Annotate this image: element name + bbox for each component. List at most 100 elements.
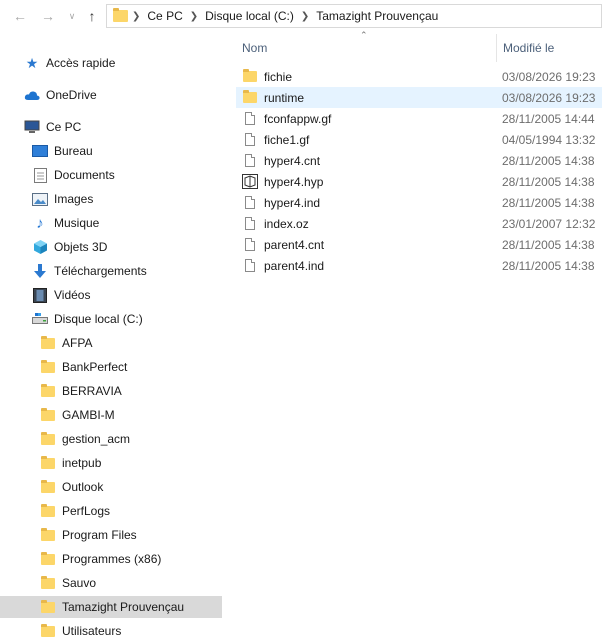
sidebar-item-images[interactable]: Images — [32, 188, 93, 210]
folder-icon — [41, 407, 55, 421]
file-row-fiche1[interactable]: fiche1.gf 04/05/1994 13:32 — [236, 129, 602, 150]
address-input[interactable]: ❯ Ce PC ❯ Disque local (C:) ❯ Tamazight … — [106, 4, 602, 28]
star-icon: ★ — [25, 54, 39, 71]
sidebar-item-label: Vidéos — [54, 288, 91, 302]
folder-icon — [41, 551, 55, 565]
sidebar-item-gestion-acm[interactable]: gestion_acm — [40, 428, 130, 450]
sidebar-item-onedrive[interactable]: OneDrive — [24, 84, 97, 106]
breadcrumb-separator[interactable]: ❯ — [128, 11, 144, 22]
sidebar-item-bureau[interactable]: Bureau — [32, 140, 93, 162]
breadcrumb-current-folder[interactable]: Tamazight Prouvençau — [313, 9, 441, 23]
folder-icon — [113, 8, 128, 22]
cloud-icon — [24, 87, 40, 103]
hard-drive-icon — [32, 311, 48, 327]
file-row-index-oz[interactable]: index.oz 23/01/2007 12:32 — [236, 213, 602, 234]
sidebar-item-quick-access[interactable]: ★ Accès rapide — [24, 52, 116, 74]
folder-icon — [41, 383, 55, 397]
file-date: 28/11/2005 14:38 — [502, 237, 595, 252]
sidebar-item-label: BERRAVIA — [62, 384, 122, 398]
recent-locations-button[interactable]: ∨ — [62, 6, 82, 26]
sidebar-item-telechargements[interactable]: Téléchargements — [32, 260, 147, 282]
sidebar-item-videos[interactable]: Vidéos — [32, 284, 90, 306]
sidebar-item-label: gestion_acm — [62, 432, 131, 446]
sidebar-item-label: Bureau — [54, 144, 93, 158]
sidebar-item-label: PerfLogs — [62, 504, 111, 518]
file-name: parent4.cnt — [264, 237, 325, 252]
arrow-left-icon: ← — [13, 8, 27, 24]
file-row-parent4-cnt[interactable]: parent4.cnt 28/11/2005 14:38 — [236, 234, 602, 255]
breadcrumb-disque-local[interactable]: Disque local (C:) — [202, 9, 297, 23]
sidebar-item-musique[interactable]: ♪ Musique — [32, 212, 99, 234]
file-row-runtime[interactable]: runtime 03/08/2026 19:23 — [236, 87, 602, 108]
up-button[interactable]: ↑ — [82, 6, 102, 26]
file-name: fconfappw.gf — [264, 111, 332, 126]
download-arrow-icon — [32, 263, 48, 279]
breadcrumb-ce-pc[interactable]: Ce PC — [144, 9, 185, 23]
back-button[interactable]: ← — [10, 6, 30, 26]
sidebar-item-afpa[interactable]: AFPA — [40, 332, 92, 354]
sidebar-item-perflogs[interactable]: PerfLogs — [40, 500, 110, 522]
sidebar-item-objets-3d[interactable]: Objets 3D — [32, 236, 107, 258]
sidebar-item-this-pc[interactable]: Ce PC — [24, 116, 81, 138]
file-name: hyper4.cnt — [264, 153, 321, 168]
help-book-icon — [242, 174, 258, 189]
column-header-modified[interactable]: Modifié le — [503, 34, 602, 62]
column-header-label: Modifié le — [503, 41, 555, 55]
sidebar-item-label: Accès rapide — [46, 56, 116, 70]
sidebar-item-label: Utilisateurs — [62, 624, 122, 638]
arrow-up-icon: ↑ — [88, 8, 96, 24]
file-date: 03/08/2026 19:23 — [502, 69, 596, 84]
file-name: parent4.ind — [264, 258, 325, 273]
sidebar-item-berravia[interactable]: BERRAVIA — [40, 380, 122, 402]
sidebar-item-label: Tamazight Prouvençau — [62, 600, 185, 614]
folder-icon — [41, 335, 55, 349]
file-name: index.oz — [264, 216, 309, 231]
file-row-fichie[interactable]: fichie 03/08/2026 19:23 — [236, 66, 602, 87]
film-icon — [32, 287, 48, 303]
sidebar-item-program-files[interactable]: Program Files — [40, 524, 137, 546]
sidebar-item-label: Ce PC — [46, 120, 82, 134]
file-row-hyper4-hyp[interactable]: hyper4.hyp 28/11/2005 14:38 — [236, 171, 602, 192]
file-name: fiche1.gf — [264, 132, 310, 147]
folder-icon — [41, 431, 55, 445]
sidebar-item-label: Sauvo — [62, 576, 97, 590]
sidebar-item-label: AFPA — [62, 336, 93, 350]
folder-icon — [243, 90, 257, 103]
sidebar-item-disque-local[interactable]: Disque local (C:) — [32, 308, 143, 330]
file-icon — [245, 133, 255, 146]
file-name: runtime — [264, 90, 305, 105]
sidebar-item-label: Musique — [54, 216, 100, 230]
folder-icon — [41, 575, 55, 589]
folder-icon — [41, 527, 55, 541]
sidebar-item-tamazight-prouvencau[interactable]: Tamazight Prouvençau — [0, 596, 222, 618]
file-row-hyper4-cnt[interactable]: hyper4.cnt 28/11/2005 14:38 — [236, 150, 602, 171]
arrow-right-icon: → — [41, 8, 55, 24]
file-icon — [245, 217, 255, 230]
sidebar-item-programmes-x86[interactable]: Programmes (x86) — [40, 548, 161, 570]
sidebar-item-utilisateurs[interactable]: Utilisateurs — [40, 620, 121, 642]
file-name: hyper4.hyp — [264, 174, 324, 189]
picture-icon — [32, 191, 48, 207]
sidebar-item-label: GAMBI-M — [62, 408, 115, 422]
sidebar-item-documents[interactable]: Documents — [32, 164, 115, 186]
sidebar-item-label: inetpub — [62, 456, 102, 470]
breadcrumb-separator[interactable]: ❯ — [186, 11, 202, 22]
sidebar-item-label: Outlook — [62, 480, 104, 494]
file-row-hyper4-ind[interactable]: hyper4.ind 28/11/2005 14:38 — [236, 192, 602, 213]
forward-button[interactable]: → — [38, 6, 58, 26]
sidebar-item-bankperfect[interactable]: BankPerfect — [40, 356, 127, 378]
column-header-name[interactable]: Nom — [242, 34, 492, 62]
sidebar-item-outlook[interactable]: Outlook — [40, 476, 103, 498]
folder-icon — [41, 455, 55, 469]
column-divider[interactable] — [496, 34, 497, 62]
document-icon — [32, 167, 48, 183]
sidebar-item-label: Disque local (C:) — [54, 312, 143, 326]
breadcrumb-separator[interactable]: ❯ — [297, 11, 313, 22]
sidebar-item-inetpub[interactable]: inetpub — [40, 452, 101, 474]
folder-icon — [243, 69, 257, 82]
sidebar-item-gambi-m[interactable]: GAMBI-M — [40, 404, 115, 426]
file-row-fconfappw[interactable]: fconfappw.gf 28/11/2005 14:44 — [236, 108, 602, 129]
file-name: hyper4.ind — [264, 195, 321, 210]
file-row-parent4-ind[interactable]: parent4.ind 28/11/2005 14:38 — [236, 255, 602, 276]
sidebar-item-sauvo[interactable]: Sauvo — [40, 572, 96, 594]
